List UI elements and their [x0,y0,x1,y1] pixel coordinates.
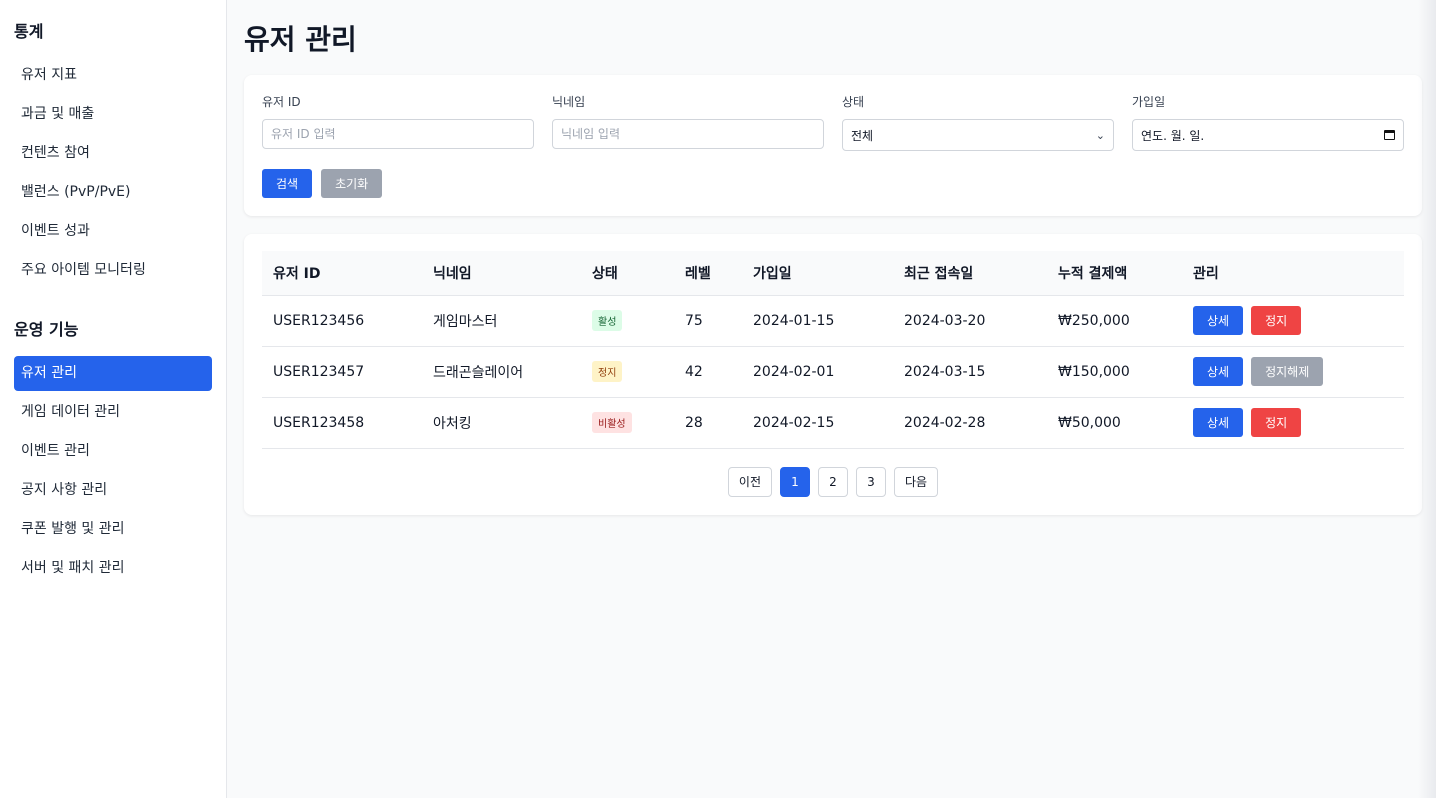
nickname-filter: 닉네임 [552,93,824,151]
join-date-label: 가입일 [1132,95,1166,109]
cell-last-login: 2024-03-20 [904,312,986,329]
cell-level: 75 [685,312,703,329]
cell-last-login: 2024-03-15 [904,363,986,380]
search-button[interactable]: 검색 [262,169,313,198]
col-header-status: 상태 [592,265,618,282]
cell-total-paid: ₩50,000 [1058,414,1121,431]
cell-nickname: 아처킹 [433,415,472,432]
cell-nickname: 드래곤슬레이어 [433,364,524,381]
user-table: 유저 ID 닉네임 상태 레벨 가입일 최근 접속일 누적 결제액 관리 USE… [262,251,1404,449]
detail-button[interactable]: 상세 [1193,306,1244,335]
cell-last-login: 2024-02-28 [904,414,986,431]
user-id-input[interactable] [262,119,534,149]
col-header-last-login: 최근 접속일 [904,265,974,282]
cell-total-paid: ₩150,000 [1058,363,1130,380]
table-row: USER123457 드래곤슬레이어 정지 42 2024-02-01 2024… [262,346,1404,397]
status-badge: 비활성 [592,412,632,433]
section-title-operations: 운영 기능 [14,320,79,339]
suspend-button[interactable]: 정지 [1251,306,1302,335]
section-title-stats: 통계 [14,22,44,41]
calendar-icon[interactable] [1384,130,1395,140]
sidebar-item-event-performance[interactable]: 이벤트 성과 [14,214,212,249]
filter-panel: 유저 ID 닉네임 상태 전체 ⌄ 가입일 연도. 월. 일. [244,75,1422,216]
sidebar-item-event-management[interactable]: 이벤트 관리 [14,434,212,469]
pagination: 이전 1 2 3 다음 [262,466,1404,497]
status-badge: 활성 [592,310,623,331]
sidebar-item-coupons[interactable]: 쿠폰 발행 및 관리 [14,512,212,547]
cell-level: 42 [685,363,703,380]
sidebar: 통계 유저 지표 과금 및 매출 컨텐츠 참여 밸런스 (PvP/PvE) 이벤… [0,0,227,798]
cell-status: 활성 [581,295,674,346]
sidebar-item-game-data[interactable]: 게임 데이터 관리 [14,395,212,430]
cell-user-id: USER123456 [273,312,365,329]
cell-status: 비활성 [581,397,674,448]
detail-button[interactable]: 상세 [1193,357,1244,386]
page-title: 유저 관리 [244,23,357,56]
sidebar-item-user-management[interactable]: 유저 관리 [14,356,212,391]
sidebar-item-notices[interactable]: 공지 사항 관리 [14,473,212,508]
user-id-label: 유저 ID [262,95,301,109]
cell-user-id: USER123458 [273,414,365,431]
cell-actions: 상세 정지해제 [1182,346,1404,397]
table-row: USER123456 게임마스터 활성 75 2024-01-15 2024-0… [262,295,1404,346]
cell-nickname: 게임마스터 [433,313,498,330]
status-select-value: 전체 [851,128,874,143]
main-content: 유저 관리 유저 ID 닉네임 상태 전체 ⌄ 가입일 연도. 월. [244,0,1422,515]
operations-menu: 유저 관리 게임 데이터 관리 이벤트 관리 공지 사항 관리 쿠폰 발행 및 … [14,356,212,586]
cell-joined: 2024-02-15 [753,414,835,431]
page-button-3[interactable]: 3 [856,466,886,497]
scroll-shadow [1418,0,1436,798]
sidebar-item-server-patch[interactable]: 서버 및 패치 관리 [14,551,212,586]
table-header-row: 유저 ID 닉네임 상태 레벨 가입일 최근 접속일 누적 결제액 관리 [262,251,1404,295]
cell-level: 28 [685,414,703,431]
nickname-input[interactable] [552,119,824,149]
col-header-level: 레벨 [685,265,711,282]
status-badge: 정지 [592,361,623,382]
status-filter: 상태 전체 ⌄ [842,93,1114,151]
cell-joined: 2024-02-01 [753,363,835,380]
reset-button[interactable]: 초기화 [321,169,383,198]
cell-total-paid: ₩250,000 [1058,312,1130,329]
cell-actions: 상세 정지 [1182,397,1404,448]
user-id-filter: 유저 ID [262,93,534,151]
sidebar-item-balance[interactable]: 밸런스 (PvP/PvE) [14,175,212,210]
status-select[interactable]: 전체 ⌄ [842,119,1114,151]
chevron-down-icon: ⌄ [1095,128,1105,142]
page-button-2[interactable]: 2 [818,466,848,497]
status-label: 상태 [842,95,865,109]
col-header-joined: 가입일 [753,265,792,282]
cell-actions: 상세 정지 [1182,295,1404,346]
page-button-1[interactable]: 1 [780,466,810,497]
join-date-value: 연도. 월. 일. [1141,128,1205,143]
sidebar-item-billing-revenue[interactable]: 과금 및 매출 [14,97,212,132]
col-header-nickname: 닉네임 [433,265,472,282]
sidebar-item-item-monitoring[interactable]: 주요 아이템 모니터링 [14,253,212,288]
join-date-input[interactable]: 연도. 월. 일. [1132,119,1404,151]
next-page-button[interactable]: 다음 [894,466,939,497]
cell-user-id: USER123457 [273,363,365,380]
col-header-actions: 관리 [1193,265,1219,282]
sidebar-item-user-metrics[interactable]: 유저 지표 [14,58,212,93]
cell-status: 정지 [581,346,674,397]
sidebar-item-content-engagement[interactable]: 컨텐츠 참여 [14,136,212,171]
join-date-filter: 가입일 연도. 월. 일. [1132,93,1404,151]
col-header-total-paid: 누적 결제액 [1058,265,1128,282]
stats-menu: 유저 지표 과금 및 매출 컨텐츠 참여 밸런스 (PvP/PvE) 이벤트 성… [14,58,212,288]
cell-joined: 2024-01-15 [753,312,835,329]
col-header-user-id: 유저 ID [273,265,321,282]
nickname-label: 닉네임 [552,95,586,109]
unsuspend-button[interactable]: 정지해제 [1251,357,1324,386]
suspend-button[interactable]: 정지 [1251,408,1302,437]
table-row: USER123458 아처킹 비활성 28 2024-02-15 2024-02… [262,397,1404,448]
detail-button[interactable]: 상세 [1193,408,1244,437]
user-table-panel: 유저 ID 닉네임 상태 레벨 가입일 최근 접속일 누적 결제액 관리 USE… [244,234,1422,515]
prev-page-button[interactable]: 이전 [727,466,772,497]
